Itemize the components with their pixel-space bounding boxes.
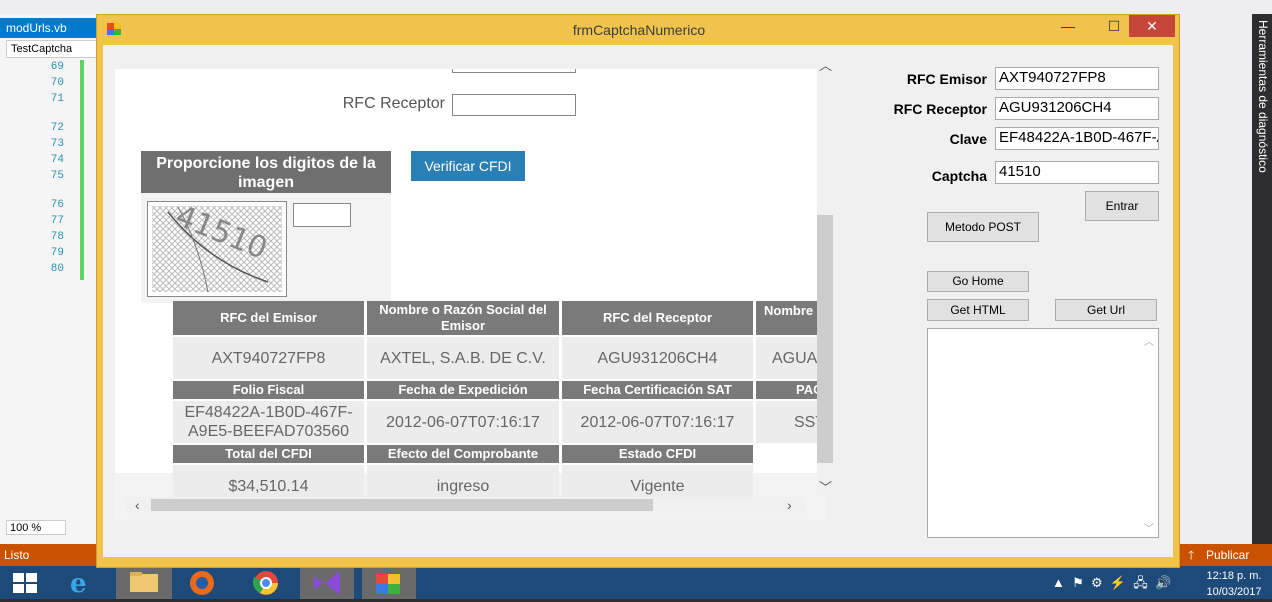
td-fecha-expedicion: 2012-06-07T07:16:17 bbox=[367, 401, 559, 443]
scroll-left-icon[interactable]: ‹ bbox=[135, 497, 149, 513]
td-fecha-certificacion: 2012-06-07T07:16:17 bbox=[562, 401, 753, 443]
line-number: 69 bbox=[50, 61, 64, 73]
go-home-button[interactable]: Go Home bbox=[927, 271, 1029, 292]
document-tab[interactable]: modUrls.vb bbox=[0, 18, 100, 38]
line-number: 77 bbox=[50, 215, 64, 227]
publish-button[interactable]: Publicar bbox=[1206, 544, 1249, 566]
clock-date[interactable]: 10/03/2017 bbox=[1198, 586, 1270, 598]
th-efecto-comprobante: Efecto del Comprobante bbox=[367, 445, 559, 463]
rfc-receptor-web-input[interactable] bbox=[452, 94, 576, 116]
tray-icons: ▲ ⚑ ⚙ ⚡ 🖧 🔊 bbox=[1052, 575, 1172, 590]
textbox-scroll-down-icon[interactable]: ﹀ bbox=[1144, 520, 1154, 535]
clock-time[interactable]: 12:18 p. m. bbox=[1198, 570, 1270, 582]
th-folio-fiscal: Folio Fiscal bbox=[173, 381, 364, 399]
form-window: frmCaptchaNumerico — ☐ ✕ RFC Receptor Pr… bbox=[96, 14, 1180, 568]
rfc-receptor-input[interactable]: AGU931206CH4 bbox=[995, 97, 1159, 120]
th-nombre-receptor: Nombre o bbox=[756, 301, 825, 335]
get-html-button[interactable]: Get HTML bbox=[927, 299, 1029, 321]
ide-toolbar bbox=[0, 0, 1272, 14]
svg-text:e: e bbox=[70, 570, 87, 596]
captcha-image: 41510 bbox=[147, 199, 287, 297]
file-explorer-icon[interactable] bbox=[116, 566, 172, 599]
zoom-combo[interactable]: 100 % bbox=[6, 520, 66, 535]
scroll-up-icon[interactable]: ︿ bbox=[819, 55, 832, 73]
diagnostic-tools-label: Herramientas de diagnóstico bbox=[1256, 20, 1270, 173]
td-rfc-receptor: AGU931206CH4 bbox=[562, 337, 753, 379]
scroll-right-icon[interactable]: › bbox=[787, 497, 801, 513]
td-rfc-emisor: AXT940727FP8 bbox=[173, 337, 364, 379]
th-total-cfdi: Total del CFDI bbox=[173, 445, 364, 463]
captcha-input[interactable]: 41510 bbox=[995, 161, 1159, 184]
line-number: 70 bbox=[50, 77, 64, 89]
taskbar: e ▲ ⚑ ⚙ ⚡ 🖧 🔊 12:18 p. m. 10/03/2017 bbox=[0, 566, 1272, 599]
th-fecha-certificacion: Fecha Certificación SAT bbox=[562, 381, 753, 399]
th-pac: PAC bbox=[756, 381, 825, 399]
scroll-down-icon[interactable]: ﹀ bbox=[819, 477, 832, 495]
line-number: 76 bbox=[50, 199, 64, 211]
winforms-app-icon[interactable] bbox=[362, 566, 416, 599]
clave-input[interactable]: EF48422A-1B0D-467F-A9E5-BEEFAD703560 bbox=[995, 127, 1159, 150]
title-bar[interactable]: frmCaptchaNumerico — ☐ ✕ bbox=[97, 15, 1181, 45]
browser-horizontal-scrollbar[interactable]: ‹ › bbox=[125, 497, 805, 513]
rfc-emisor-input[interactable]: AXT940727FP8 bbox=[995, 67, 1159, 90]
hscroll-thumb[interactable] bbox=[151, 499, 653, 511]
vscroll-thumb[interactable] bbox=[817, 215, 833, 463]
rfc-emisor-web-input[interactable] bbox=[452, 69, 576, 73]
minimize-button[interactable]: — bbox=[1045, 15, 1091, 37]
form-client-area: RFC Receptor Proporcione los digitos de … bbox=[103, 45, 1173, 557]
line-number: 71 bbox=[50, 93, 64, 105]
form-title: frmCaptchaNumerico bbox=[572, 22, 706, 38]
captcha-label: Captcha bbox=[931, 168, 987, 184]
line-number: 80 bbox=[50, 263, 64, 275]
rfc-receptor-label: RFC Receptor bbox=[893, 101, 987, 117]
browser-vertical-scrollbar[interactable]: ︿ ﹀ bbox=[817, 55, 833, 495]
status-text: Listo bbox=[4, 548, 30, 562]
firefox-icon[interactable] bbox=[186, 570, 218, 596]
project-combo[interactable]: TestCaptcha bbox=[6, 40, 100, 58]
captcha-web-input[interactable] bbox=[293, 203, 351, 227]
clave-label: Clave bbox=[949, 131, 987, 147]
td-pac: SST bbox=[756, 401, 825, 443]
rfc-emisor-label: RFC Emisor bbox=[906, 71, 987, 87]
windows-start-icon[interactable] bbox=[12, 572, 38, 594]
visual-studio-icon[interactable] bbox=[300, 566, 354, 599]
rfc-receptor-web-label: RFC Receptor bbox=[342, 95, 445, 112]
line-number: 73 bbox=[50, 138, 64, 150]
captcha-heading: Proporcione los digitos de la imagen bbox=[141, 151, 391, 193]
line-number: 72 bbox=[50, 122, 64, 134]
th-rfc-emisor: RFC del Emisor bbox=[173, 301, 364, 335]
entrar-button[interactable]: Entrar bbox=[1085, 191, 1159, 221]
textbox-scroll-up-icon[interactable]: ︿ bbox=[1144, 333, 1154, 348]
line-number: 75 bbox=[50, 170, 64, 182]
th-nombre-emisor: Nombre o Razón Social del Emisor bbox=[367, 301, 559, 335]
metodo-post-button[interactable]: Metodo POST bbox=[927, 212, 1039, 242]
change-indicator bbox=[80, 60, 84, 280]
line-number: 74 bbox=[50, 154, 64, 166]
td-nombre-receptor: AGUAK bbox=[756, 337, 825, 379]
close-button[interactable]: ✕ bbox=[1129, 15, 1175, 37]
line-number: 78 bbox=[50, 231, 64, 243]
th-fecha-expedicion: Fecha de Expedición bbox=[367, 381, 559, 399]
captcha-panel: 41510 bbox=[141, 193, 391, 303]
td-folio-fiscal: EF48422A-1B0D-467F-A9E5-BEEFAD703560 bbox=[173, 401, 364, 443]
publish-arrow-icon: 🡑 bbox=[1188, 548, 1195, 562]
td-nombre-emisor: AXTEL, S.A.B. DE C.V. bbox=[367, 337, 559, 379]
line-number: 79 bbox=[50, 247, 64, 259]
get-url-button[interactable]: Get Url bbox=[1055, 299, 1157, 321]
output-textbox[interactable]: ︿ ﹀ bbox=[927, 328, 1159, 538]
web-browser-control[interactable]: RFC Receptor Proporcione los digitos de … bbox=[115, 69, 825, 521]
verify-cfdi-button[interactable]: Verificar CFDI bbox=[411, 151, 525, 181]
th-estado-cfdi: Estado CFDI bbox=[562, 445, 753, 463]
internet-explorer-icon[interactable]: e bbox=[66, 569, 96, 599]
th-rfc-receptor: RFC del Receptor bbox=[562, 301, 753, 335]
chrome-icon[interactable] bbox=[250, 570, 282, 596]
